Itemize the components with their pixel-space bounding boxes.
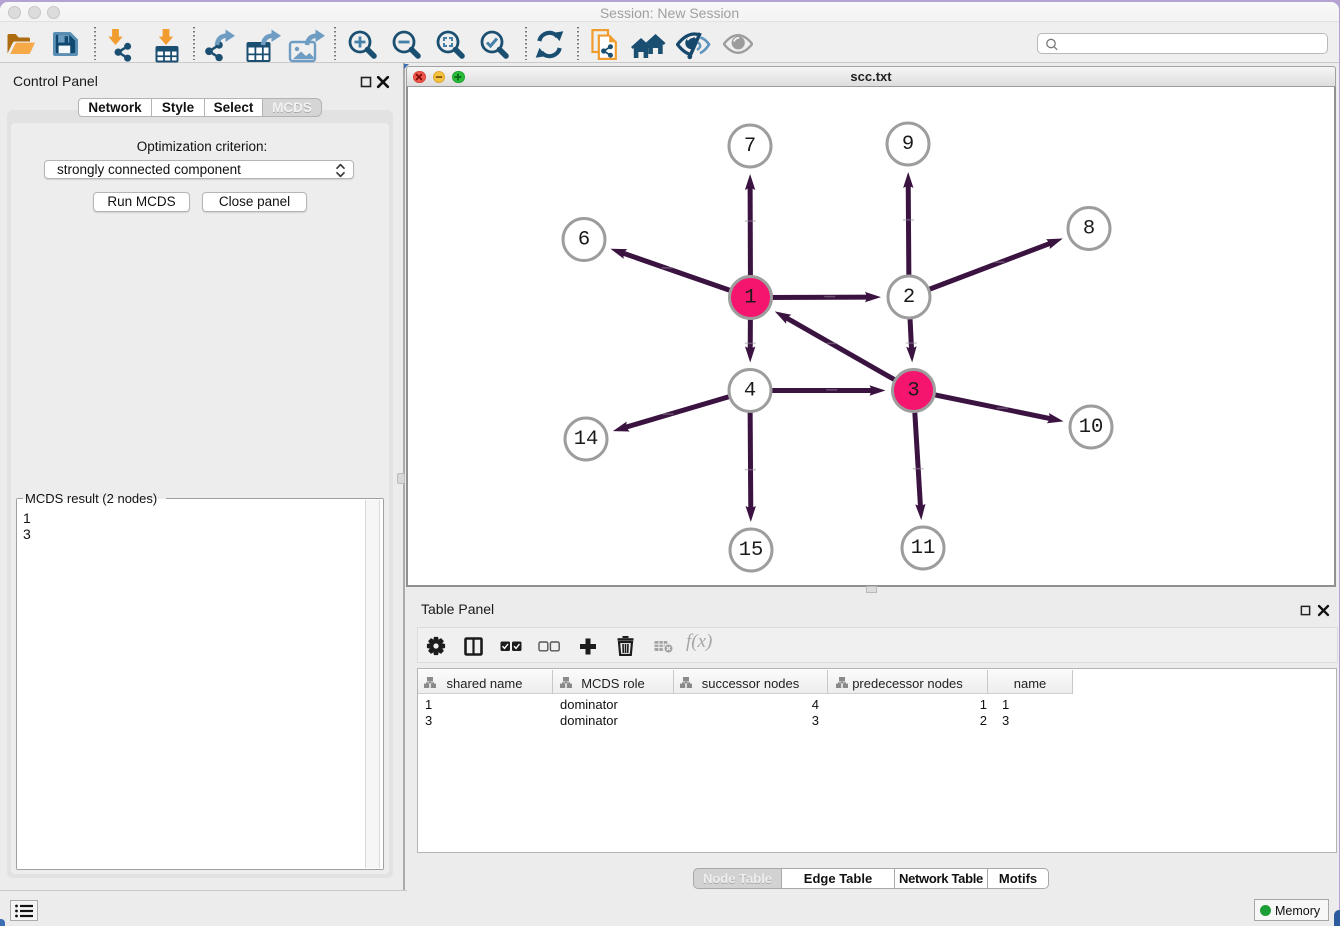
svg-text:1: 1 <box>744 287 756 310</box>
svg-text:11: 11 <box>911 537 936 560</box>
svg-text:15: 15 <box>739 539 764 562</box>
svg-text:4: 4 <box>744 380 756 403</box>
svg-text:9: 9 <box>902 133 914 156</box>
svg-text:6: 6 <box>578 229 590 252</box>
svg-text:2: 2 <box>903 286 915 309</box>
svg-text:10: 10 <box>1079 416 1104 439</box>
svg-text:3: 3 <box>907 380 919 403</box>
svg-text:14: 14 <box>574 428 599 451</box>
svg-text:8: 8 <box>1083 218 1095 241</box>
svg-text:7: 7 <box>744 135 756 158</box>
